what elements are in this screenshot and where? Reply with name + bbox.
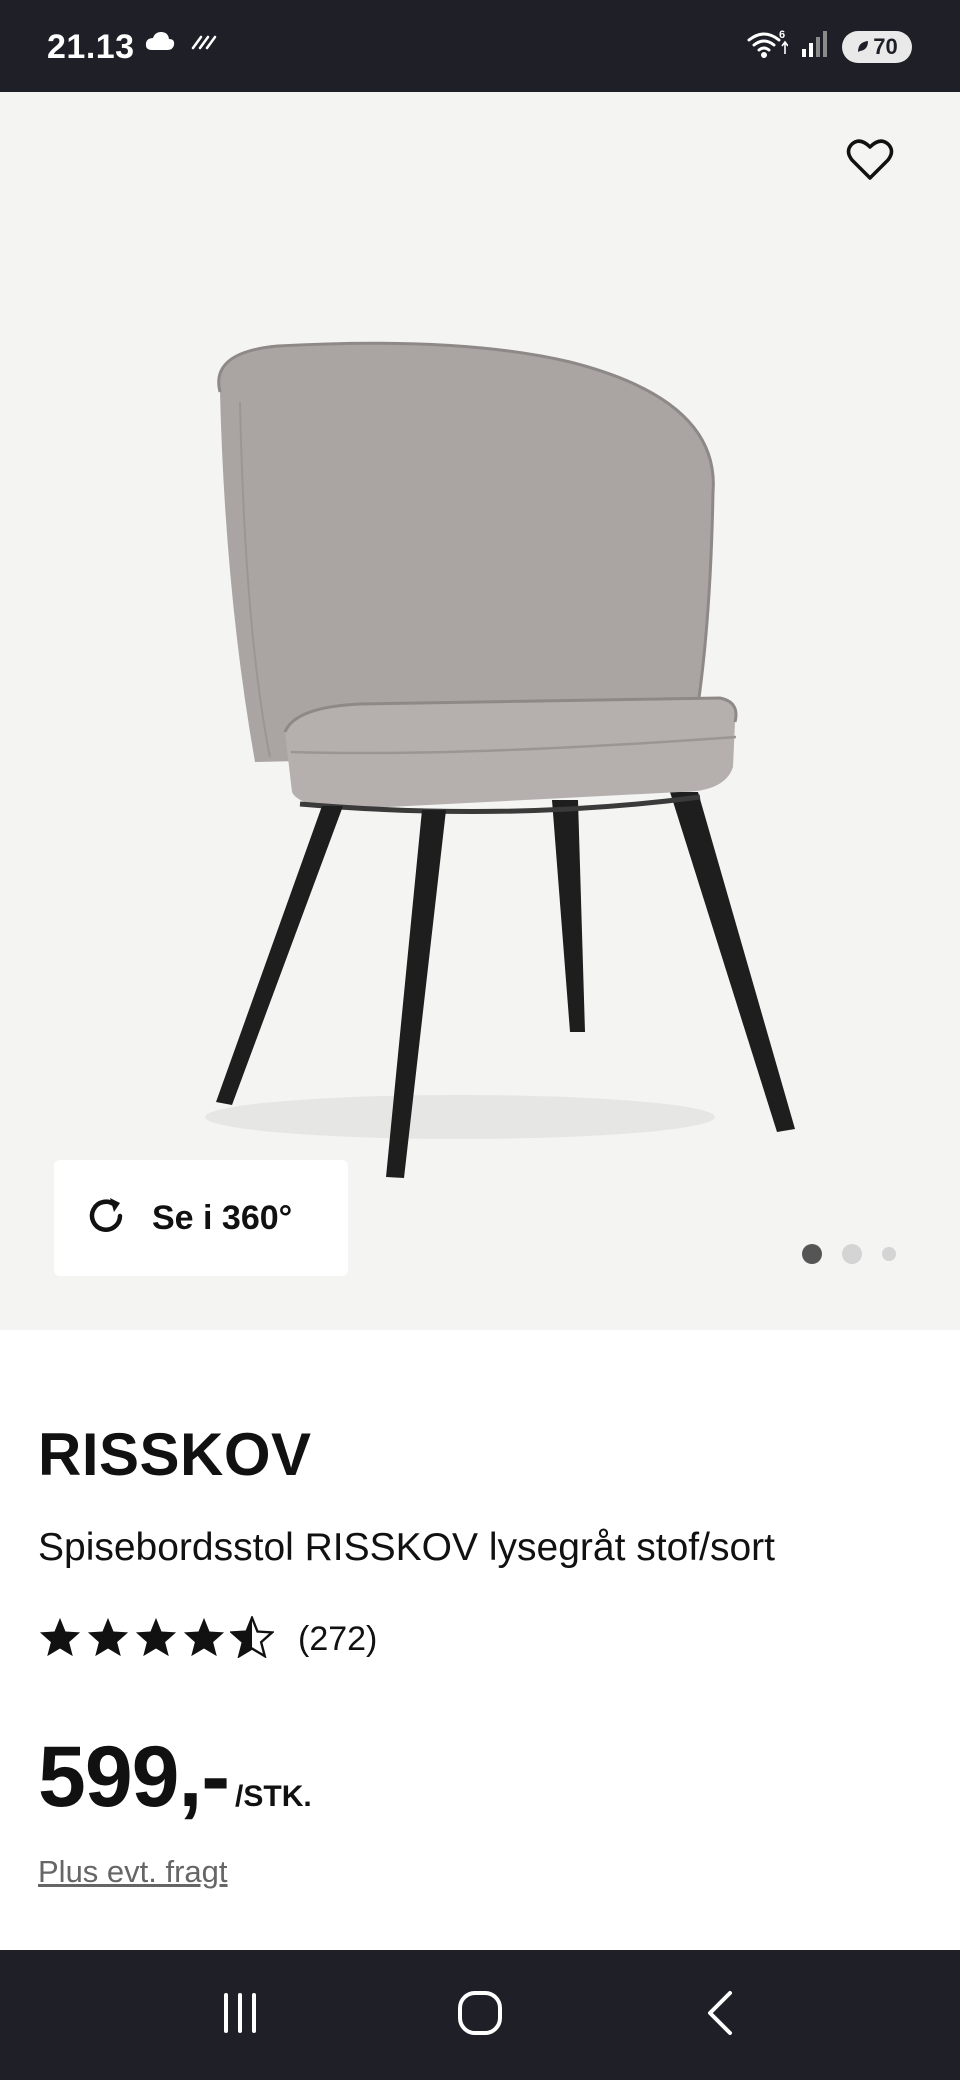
price-value: 599,- [38, 1729, 230, 1825]
back-button[interactable] [665, 1970, 775, 2060]
data-stripes-icon [190, 31, 218, 56]
product-name: RISSKOV [38, 1421, 312, 1488]
star-full-icon [134, 1616, 178, 1663]
status-bar: 21.13 6 70 [0, 0, 960, 92]
status-time: 21.13 [47, 28, 135, 66]
rating-stars [38, 1614, 276, 1663]
rotate-icon [84, 1194, 128, 1243]
favorite-button[interactable] [838, 130, 902, 194]
system-nav-bar [0, 1950, 960, 2080]
home-button[interactable] [425, 1970, 535, 2060]
price-unit: /STK. [235, 1780, 312, 1813]
rating-row[interactable]: (272) [38, 1614, 378, 1663]
carousel-dot-1[interactable] [802, 1244, 822, 1264]
review-count: (272) [298, 1620, 378, 1658]
status-left-icons [144, 30, 218, 57]
product-image-gallery[interactable]: Se i 360° [0, 92, 960, 1330]
battery-level: 70 [873, 33, 898, 59]
carousel-dots [802, 1244, 896, 1264]
product-description: Spisebordsstol RISSKOV lysegråt stof/sor… [38, 1526, 775, 1569]
shipping-link[interactable]: Plus evt. fragt [38, 1854, 228, 1890]
signal-icon [800, 29, 830, 64]
carousel-dot-3[interactable] [882, 1247, 896, 1261]
star-full-icon [38, 1616, 82, 1663]
carousel-dot-2[interactable] [842, 1244, 862, 1264]
svg-text:6: 6 [779, 29, 785, 41]
star-half-icon [228, 1614, 276, 1663]
chair-image [205, 341, 795, 1178]
view-360-button[interactable]: Se i 360° [54, 1160, 348, 1276]
star-full-icon [86, 1616, 130, 1663]
recents-icon [218, 1991, 262, 2040]
recents-button[interactable] [185, 1970, 295, 2060]
price-row: 599,- /STK. [38, 1728, 312, 1827]
battery-icon: 70 [842, 30, 912, 63]
back-icon [702, 1989, 738, 2042]
heart-outline-icon [846, 138, 894, 187]
wifi-icon: 6 [746, 28, 789, 65]
status-right-icons: 6 70 [746, 28, 912, 65]
star-full-icon [182, 1616, 226, 1663]
cloud-icon [144, 30, 176, 57]
view-360-label: Se i 360° [152, 1198, 293, 1237]
home-icon [456, 1989, 504, 2042]
